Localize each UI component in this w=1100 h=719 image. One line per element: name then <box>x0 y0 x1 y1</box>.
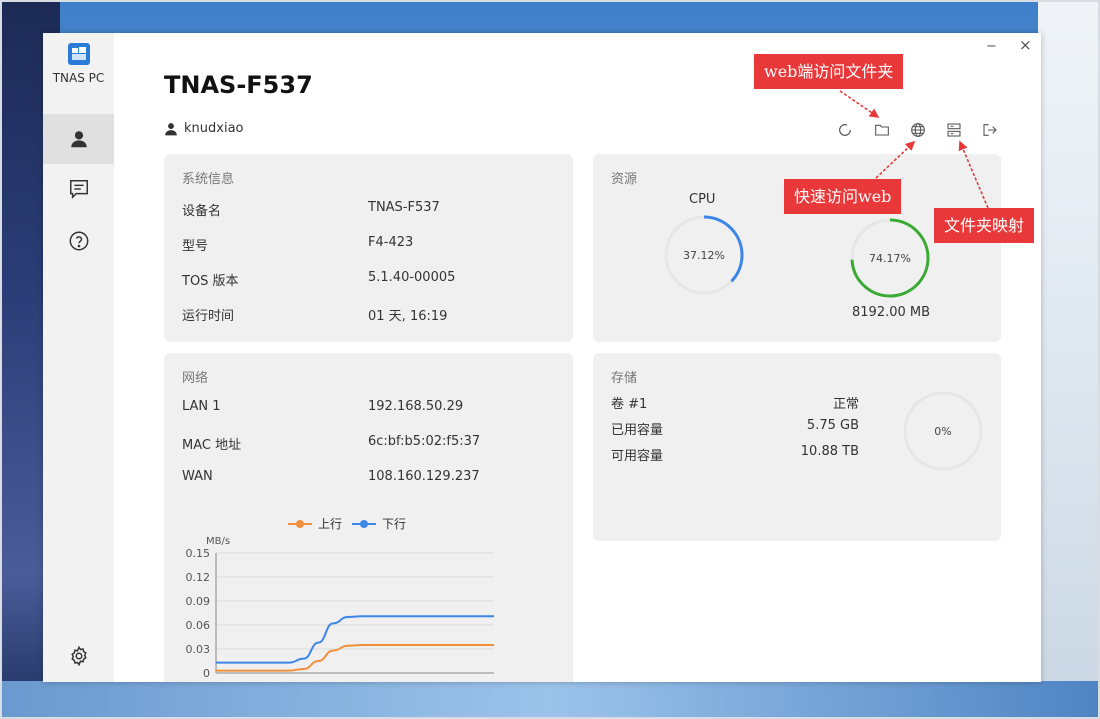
annotation-quick-web: 快速访问web <box>784 179 902 214</box>
annotation-web-folder: web端访问文件夹 <box>754 54 904 89</box>
annotation-folder-mapping: 文件夹映射 <box>934 208 1035 243</box>
annotation-arrows <box>839 90 989 209</box>
arrow-web-folder <box>839 90 880 118</box>
arrow-quick-web <box>875 140 916 179</box>
arrow-folder-mapping <box>958 140 989 209</box>
